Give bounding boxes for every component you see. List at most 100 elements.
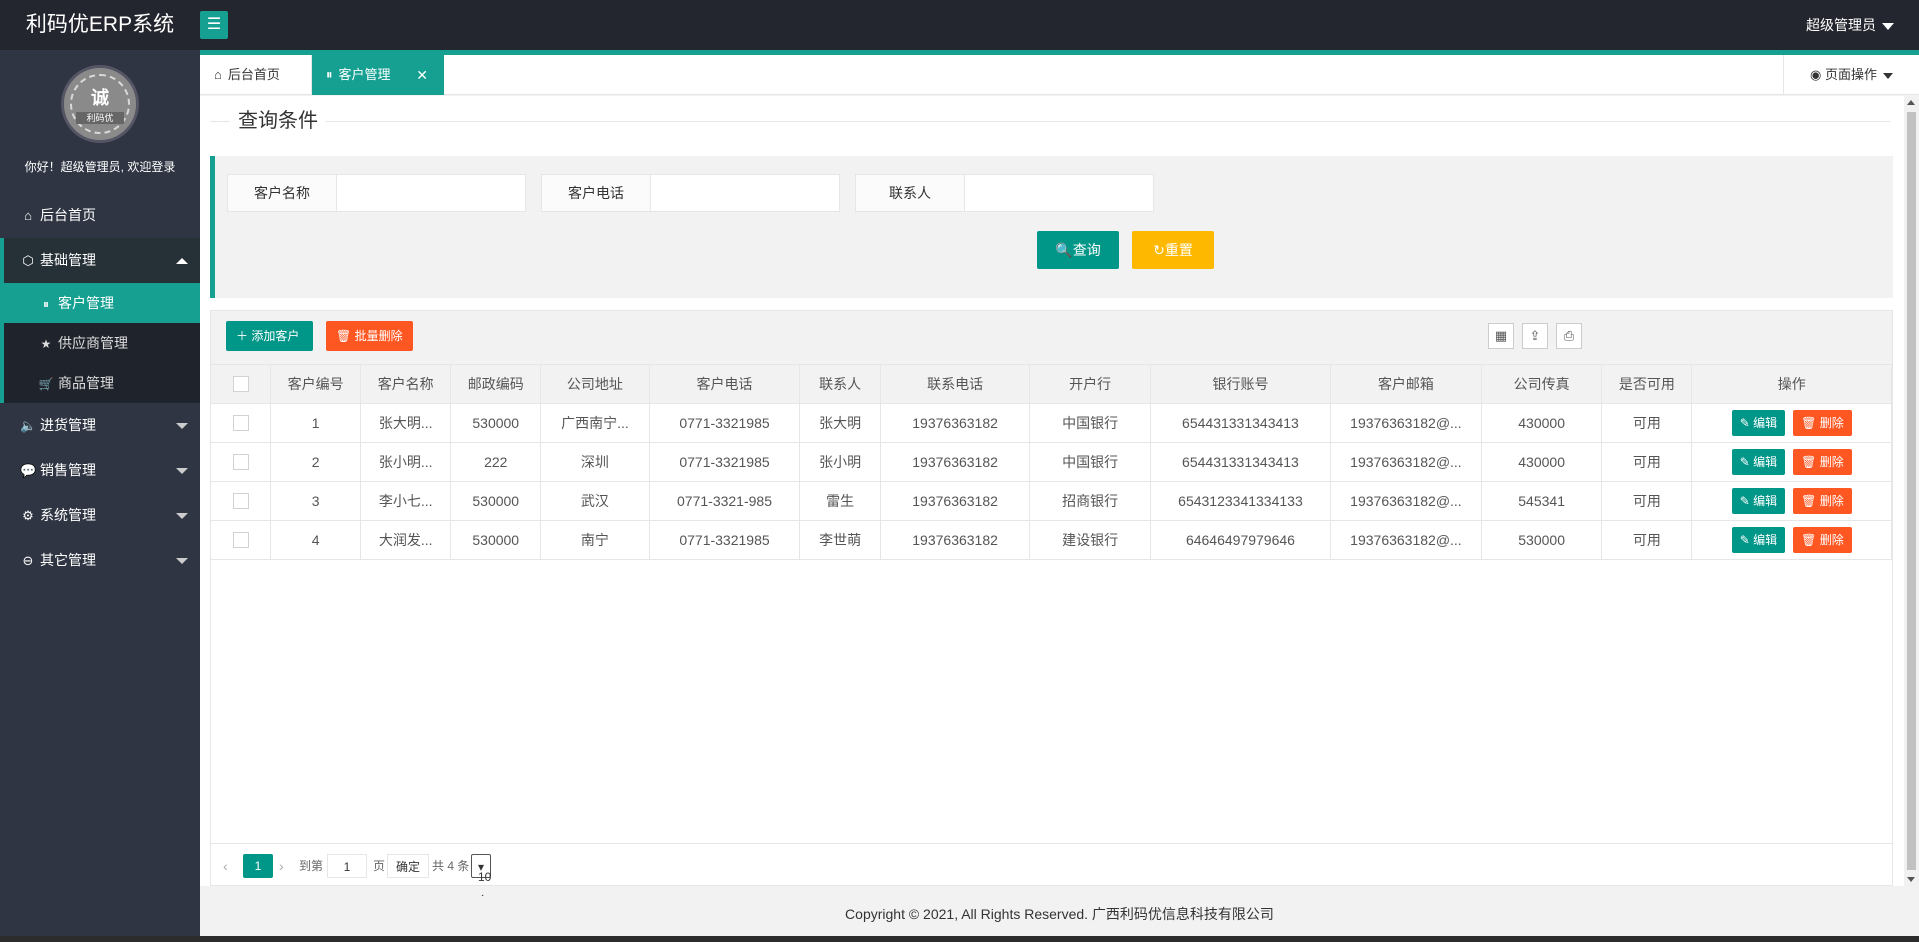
contact-input[interactable] <box>964 174 1154 212</box>
goto-page-input[interactable]: 1 <box>327 854 367 878</box>
scroll-thumb[interactable] <box>1907 112 1916 870</box>
edit-button[interactable]: ✎ 编辑 <box>1731 448 1786 475</box>
close-icon[interactable]: ✕ <box>416 55 428 95</box>
star-icon: ★ <box>40 337 52 351</box>
column-header[interactable]: 银行账号 <box>1150 365 1332 404</box>
table-cell: 中国银行 <box>1029 403 1151 443</box>
page-scrollbar[interactable] <box>1904 96 1919 886</box>
row-checkbox[interactable] <box>232 415 249 432</box>
delete-button[interactable]: 🗑 删除 <box>1793 487 1852 514</box>
table-cell: 0771-3321985 <box>649 403 801 443</box>
row-checkbox[interactable] <box>232 532 249 549</box>
customer-name-input[interactable] <box>336 174 526 212</box>
chat-icon: 💬 <box>20 463 37 478</box>
row-checkbox[interactable] <box>232 493 249 510</box>
menu-toggle-icon[interactable]: ☰ <box>200 11 228 39</box>
column-header[interactable]: 客户名称 <box>360 365 452 404</box>
table-row[interactable]: 4 大润发... 530000 南宁 0771-3321985 李世萌 1937636318… <box>211 520 1892 560</box>
print-icon[interactable]: ⎙ <box>1556 323 1582 349</box>
delete-button[interactable]: 🗑 删除 <box>1793 448 1852 475</box>
bulk-delete-button[interactable]: 🗑 批量删除 <box>326 321 413 351</box>
sidebar-item-basic[interactable]: ⬡ 基础管理 <box>0 238 200 283</box>
customer-table: 客户编号 客户名称 邮政编码 公司地址 客户电话 联系人 联系电话 开户行 银行… <box>211 365 1892 560</box>
search-button[interactable]: 🔍查询 <box>1037 231 1119 269</box>
table-cell: 张大明... <box>360 403 452 443</box>
table-row[interactable]: 3 李小七... 530000 武汉 0771-3321-985 雷生 1937636318… <box>211 481 1892 521</box>
pencil-icon: ✎ <box>1739 454 1754 469</box>
row-checkbox[interactable] <box>232 454 249 471</box>
cube-icon: ⬡ <box>22 253 34 268</box>
add-customer-button[interactable]: ＋ 添加客户 <box>226 321 313 351</box>
edit-button[interactable]: ✎ 编辑 <box>1731 409 1786 436</box>
tab-customers[interactable]: ⏸ 客户管理 ✕ <box>312 55 444 95</box>
radio-icon: ◉ <box>1810 67 1822 82</box>
chevron-down-icon <box>1882 72 1893 79</box>
sidebar-item-sales[interactable]: 💬 销售管理 <box>0 448 200 493</box>
table-body: 1 张大明... 530000 广西南宁... 0771-3321985 张大明 19376… <box>211 403 1892 560</box>
sidebar-item-home[interactable]: ⌂ 后台首页 <box>0 193 200 238</box>
sidebar-item-customers[interactable]: ⏸ 客户管理 <box>4 283 200 323</box>
table-cell: 654431331343413 <box>1150 442 1332 482</box>
page-size-select[interactable]: 10 条/页 ▾ <box>471 854 493 932</box>
scroll-up-icon[interactable] <box>1907 100 1915 105</box>
sidebar-item-suppliers[interactable]: ★ 供应商管理 <box>4 323 200 363</box>
sidebar-item-system[interactable]: ⚙ 系统管理 <box>0 493 200 538</box>
sidebar-item-products[interactable]: 🛒 商品管理 <box>4 363 200 403</box>
column-header[interactable]: 联系电话 <box>880 365 1031 404</box>
chevron-down-icon <box>176 513 188 519</box>
table-cell: 雷生 <box>799 481 881 521</box>
column-header[interactable]: 公司传真 <box>1481 365 1603 404</box>
goto-prefix: 到第 <box>299 859 324 873</box>
table-cell: 武汉 <box>540 481 650 521</box>
pencil-icon: ✎ <box>1739 493 1754 508</box>
link-icon: ⊖ <box>22 553 34 568</box>
column-header[interactable]: 是否可用 <box>1601 365 1693 404</box>
tab-home[interactable]: ⌂ 后台首页 <box>200 55 312 95</box>
status-cell: 可用 <box>1601 403 1693 443</box>
column-header[interactable]: 公司地址 <box>540 365 650 404</box>
column-header[interactable]: 开户行 <box>1029 365 1151 404</box>
prev-page-icon[interactable]: ‹ <box>223 854 228 878</box>
column-header[interactable]: 客户电话 <box>649 365 801 404</box>
refresh-icon: ↻ <box>1153 242 1165 258</box>
table-cell: 3 <box>270 481 362 521</box>
sidebar: 诚 利码优 你好！超级管理员, 欢迎登录 ⌂ 后台首页 ⬡ 基础管理 ⏸ 客户管理 ★… <box>0 50 200 942</box>
table-cell: 广西南宁... <box>540 403 650 443</box>
delete-button[interactable]: 🗑 删除 <box>1793 526 1852 553</box>
select-all-cell <box>211 365 272 404</box>
chevron-down-icon <box>1882 22 1894 30</box>
scroll-down-icon[interactable] <box>1907 877 1915 882</box>
sidebar-item-purchase[interactable]: 🔈 进货管理 <box>0 403 200 448</box>
user-menu[interactable]: 超级管理员 <box>1806 0 1894 50</box>
delete-button[interactable]: 🗑 删除 <box>1793 409 1852 436</box>
table-row[interactable]: 2 张小明... 222 深圳 0771-3321985 张小明 19376363182 中国… <box>211 442 1892 482</box>
columns-icon[interactable]: ▦ <box>1488 323 1514 349</box>
trash-icon: 🗑 <box>1801 532 1820 547</box>
goto-confirm-button[interactable]: 确定 <box>387 854 430 878</box>
sidebar-item-other[interactable]: ⊖ 其它管理 <box>0 538 200 583</box>
reset-button[interactable]: ↻重置 <box>1132 231 1214 269</box>
delete-label: 删除 <box>1819 415 1844 430</box>
customer-phone-input[interactable] <box>650 174 840 212</box>
export-icon[interactable]: ⇪ <box>1522 323 1548 349</box>
avatar-main-text: 诚 <box>91 88 109 108</box>
current-page[interactable]: 1 <box>243 854 273 878</box>
home-icon: ⌂ <box>214 67 222 82</box>
next-page-icon[interactable]: › <box>279 854 284 878</box>
table-row[interactable]: 1 张大明... 530000 广西南宁... 0771-3321985 张大明 19376… <box>211 403 1892 443</box>
column-header[interactable]: 联系人 <box>799 365 881 404</box>
edit-button[interactable]: ✎ 编辑 <box>1731 526 1786 553</box>
column-header[interactable]: 客户编号 <box>270 365 362 404</box>
table-cell: 654431331343413 <box>1150 403 1332 443</box>
sidebar-item-label: 客户管理 <box>58 295 114 311</box>
row-select-cell <box>211 442 272 482</box>
select-all-checkbox[interactable] <box>232 376 249 393</box>
search-form: 客户名称 客户电话 联系人 🔍查询 ↻重置 <box>210 156 1893 298</box>
column-header[interactable]: 邮政编码 <box>450 365 542 404</box>
page-ops-menu[interactable]: ◉ 页面操作 <box>1783 55 1919 95</box>
table-cell: 0771-3321985 <box>649 442 801 482</box>
edit-button[interactable]: ✎ 编辑 <box>1731 487 1786 514</box>
pencil-icon: ✎ <box>1739 415 1754 430</box>
column-header[interactable]: 客户邮箱 <box>1330 365 1482 404</box>
pause-circle-icon: ⏸ <box>42 297 49 311</box>
